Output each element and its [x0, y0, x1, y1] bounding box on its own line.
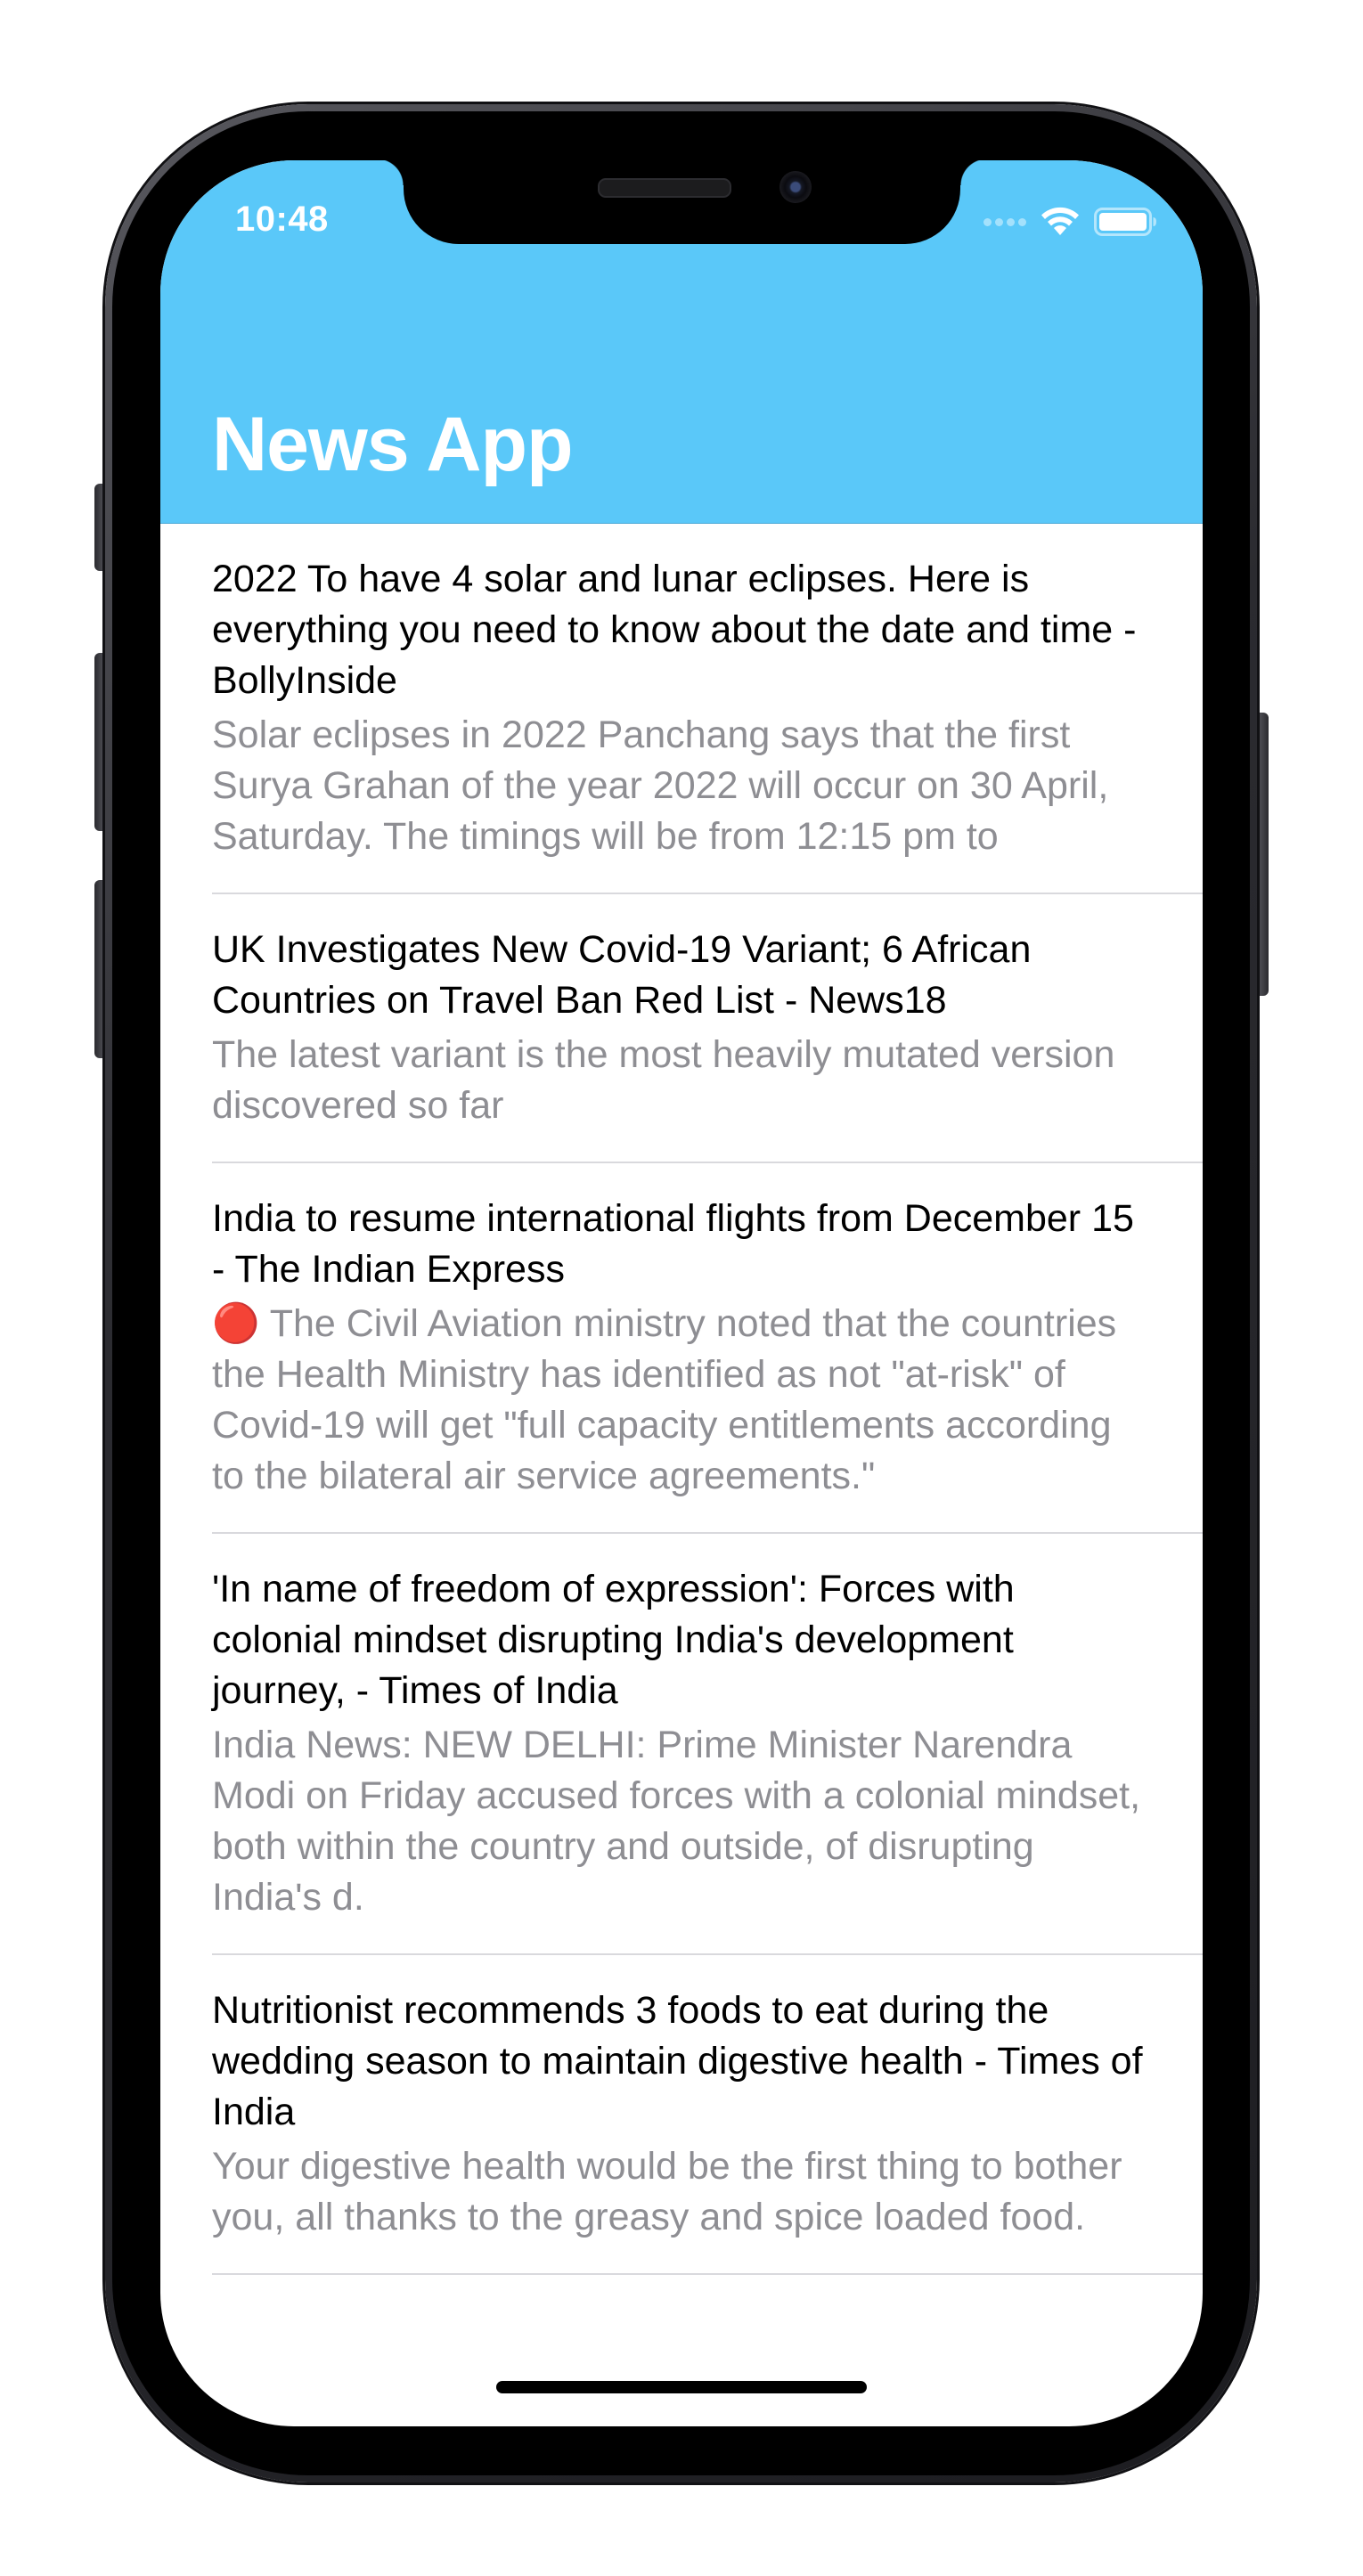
- news-description: The latest variant is the most heavily m…: [212, 1033, 1115, 1127]
- notch: [377, 160, 987, 244]
- status-indicators: [983, 207, 1158, 237]
- front-camera: [779, 171, 812, 203]
- news-item[interactable]: India to resume international flights fr…: [212, 1163, 1203, 1534]
- news-list[interactable]: 2022 To have 4 solar and lunar eclipses.…: [160, 524, 1203, 2275]
- news-title: 'In name of freedom of expression': Forc…: [212, 1568, 1015, 1712]
- device-mockup: 10:48 News App 2022 To have 4 solar and …: [0, 0, 1363, 2576]
- news-title: UK Investigates New Covid-19 Variant; 6 …: [212, 928, 1032, 1022]
- news-title: India to resume international flights fr…: [212, 1197, 1134, 1291]
- news-title: 2022 To have 4 solar and lunar eclipses.…: [212, 558, 1137, 702]
- status-time: 10:48: [235, 200, 329, 239]
- news-item[interactable]: 'In name of freedom of expression': Forc…: [212, 1534, 1203, 1955]
- battery-icon: [1094, 207, 1158, 237]
- news-description: India News: NEW DELHI: Prime Minister Na…: [212, 1724, 1141, 1919]
- speaker-grille: [598, 178, 731, 198]
- news-item[interactable]: Nutritionist recommends 3 foods to eat d…: [212, 1955, 1203, 2275]
- page-title: News App: [212, 402, 574, 487]
- news-description: Your digestive health would be the first…: [212, 2145, 1122, 2238]
- screen: 10:48 News App 2022 To have 4 solar and …: [160, 160, 1203, 2426]
- news-item[interactable]: UK Investigates New Covid-19 Variant; 6 …: [212, 894, 1203, 1163]
- news-description: Solar eclipses in 2022 Panchang says tha…: [212, 713, 1109, 858]
- cellular-signal-icon: [983, 217, 1026, 226]
- wifi-icon: [1041, 207, 1080, 237]
- news-title: Nutritionist recommends 3 foods to eat d…: [212, 1989, 1143, 2133]
- news-item[interactable]: 2022 To have 4 solar and lunar eclipses.…: [212, 524, 1203, 894]
- home-indicator[interactable]: [496, 2381, 867, 2393]
- news-description: 🔴 The Civil Aviation ministry noted that…: [212, 1302, 1117, 1497]
